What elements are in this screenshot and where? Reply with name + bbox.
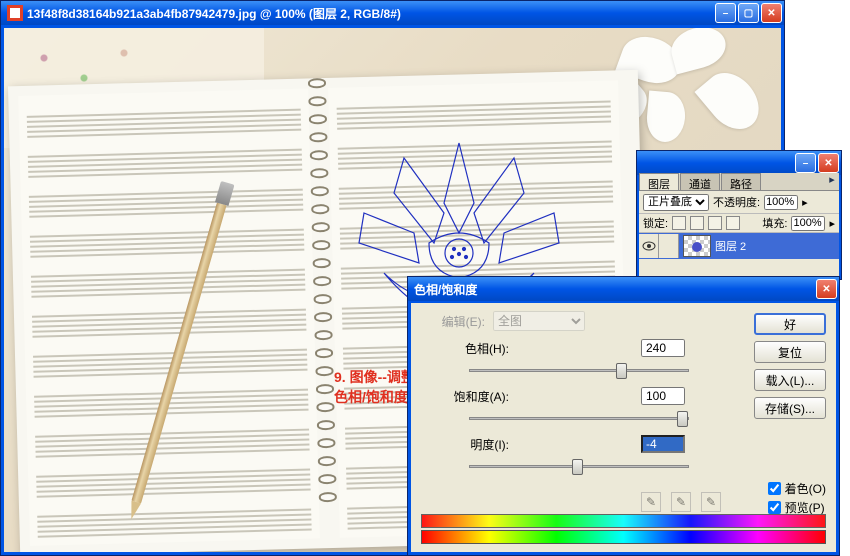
hs-title: 色相/饱和度 <box>414 281 814 298</box>
layer-list: 图层 2 <box>639 233 839 259</box>
opacity-input[interactable] <box>764 195 798 210</box>
colorize-check-input[interactable] <box>768 482 781 495</box>
saturation-label: 饱和度(A): <box>421 388 521 405</box>
lightness-label: 明度(I): <box>421 436 521 453</box>
lightness-slider-handle[interactable] <box>572 459 583 475</box>
opacity-arrow-icon[interactable]: ▸ <box>802 196 814 208</box>
fill-input[interactable] <box>791 216 825 231</box>
hue-spectrum-top <box>421 514 826 528</box>
tab-paths[interactable]: 路径 <box>721 173 761 190</box>
lightness-input[interactable] <box>641 435 685 453</box>
lock-all-icon[interactable] <box>726 216 740 230</box>
eyedropper-group: ✎ ✎ ✎ <box>641 492 721 512</box>
edit-select: 全图 <box>493 311 585 331</box>
lock-position-icon[interactable] <box>708 216 722 230</box>
hs-close-button[interactable]: ✕ <box>816 279 837 299</box>
visibility-toggle-icon[interactable] <box>639 234 659 258</box>
lock-pixels-icon[interactable] <box>690 216 704 230</box>
eyedropper-subtract-icon[interactable]: ✎ <box>701 492 721 512</box>
fill-arrow-icon[interactable]: ▸ <box>829 217 835 230</box>
eyedropper-icon[interactable]: ✎ <box>641 492 661 512</box>
eyedropper-add-icon[interactable]: ✎ <box>671 492 691 512</box>
app-icon <box>7 5 23 21</box>
hue-slider[interactable] <box>469 361 689 381</box>
document-titlebar[interactable]: 13f48f8d38164b921a3ab4fb87942479.jpg @ 1… <box>1 1 784 25</box>
colorize-checkbox[interactable]: 着色(O) <box>768 480 826 497</box>
panel-menu-icon[interactable]: ▸ <box>825 173 839 190</box>
load-button[interactable]: 载入(L)... <box>754 369 826 391</box>
ok-button[interactable]: 好 <box>754 313 826 335</box>
layer-row[interactable]: 图层 2 <box>639 233 839 259</box>
notebook-page-left <box>18 88 320 545</box>
cancel-button[interactable]: 复位 <box>754 341 826 363</box>
layers-minimize-button[interactable]: – <box>795 153 816 173</box>
saturation-slider[interactable] <box>469 409 689 429</box>
close-button[interactable]: ✕ <box>761 3 782 23</box>
blend-mode-select[interactable]: 正片叠底 <box>643 194 709 211</box>
preview-check-input[interactable] <box>768 501 781 514</box>
hs-titlebar[interactable]: 色相/饱和度 ✕ <box>408 277 839 301</box>
save-button[interactable]: 存储(S)... <box>754 397 826 419</box>
hue-saturation-dialog: 色相/饱和度 ✕ 编辑(E): 全图 色相(H): 饱和度(A): 明度(I):… <box>407 276 840 556</box>
lock-label: 锁定: <box>643 215 668 231</box>
lock-transparency-icon[interactable] <box>672 216 686 230</box>
hue-label: 色相(H): <box>421 340 521 357</box>
layers-close-button[interactable]: ✕ <box>818 153 839 173</box>
lightness-slider[interactable] <box>469 457 689 477</box>
maximize-button[interactable]: ▢ <box>738 3 759 23</box>
layers-panel-titlebar[interactable]: – ✕ <box>637 151 841 175</box>
saturation-input[interactable] <box>641 387 685 405</box>
document-title: 13f48f8d38164b921a3ab4fb87942479.jpg @ 1… <box>27 5 713 22</box>
layers-panel: – ✕ 图层 通道 路径 ▸ 正片叠底 不透明度: ▸ 锁定: 填充: ▸ <box>636 150 842 280</box>
minimize-button[interactable]: – <box>715 3 736 23</box>
tab-layers[interactable]: 图层 <box>639 173 679 190</box>
layer-thumbnail[interactable] <box>683 235 711 257</box>
fill-label: 填充: <box>762 215 787 231</box>
hue-spectrum-bottom <box>421 530 826 544</box>
hue-input[interactable] <box>641 339 685 357</box>
link-toggle-icon[interactable] <box>659 234 679 258</box>
panel-tabs: 图层 通道 路径 ▸ <box>639 173 839 191</box>
hue-slider-handle[interactable] <box>616 363 627 379</box>
opacity-label: 不透明度: <box>713 194 760 210</box>
edit-label: 编辑(E): <box>421 313 493 330</box>
saturation-slider-handle[interactable] <box>677 411 688 427</box>
tab-channels[interactable]: 通道 <box>680 173 720 190</box>
layer-name: 图层 2 <box>715 238 746 254</box>
